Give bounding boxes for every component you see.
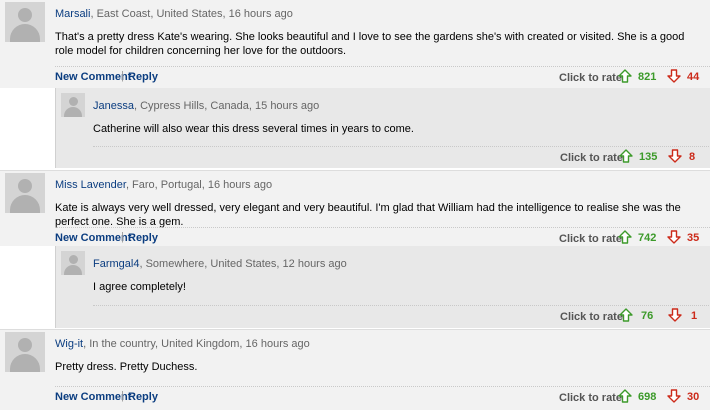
downvote-count: 1 [691,310,698,322]
click-to-rate-label: Click to rate [560,152,623,164]
new-comment-link[interactable]: New Comment [55,71,131,83]
comment-actions: New Comment | Reply Click to rate 821 44 [55,66,710,87]
avatar-placeholder-icon [61,93,85,117]
comment-username[interactable]: Wig-it [55,338,83,350]
comment-actions: Click to rate 135 8 [93,146,710,167]
comment-meta: Janessa, Cypress Hills, Canada, 15 hours… [93,100,319,112]
comment: Wig-it, In the country, United Kingdom, … [0,329,710,410]
downvote-count: 35 [687,232,700,244]
arrow-up-icon[interactable] [618,230,632,244]
comment-text: I agree completely! [93,281,186,293]
upvote-count: 821 [638,71,657,83]
comment-text: Kate is always very well dressed, very e… [55,202,681,228]
downvote-count: 8 [689,151,696,163]
avatar-placeholder-icon [5,2,45,42]
comment-location: , Cypress Hills, Canada, 15 hours ago [133,100,320,112]
avatar-placeholder-icon [61,251,85,275]
comment-meta: Marsali, East Coast, United States, 16 h… [55,8,293,20]
new-comment-link[interactable]: New Comment [55,391,131,403]
separator: | [121,70,124,82]
click-to-rate-label: Click to rate [560,311,623,323]
comment-location: , East Coast, United States, 16 hours ag… [90,8,293,20]
click-to-rate-label: Click to rate [559,392,622,404]
comment-username[interactable]: Marsali [55,8,90,20]
comment: Miss Lavender, Faro, Portugal, 16 hours … [0,170,710,246]
comment-actions: New Comment | Reply Click to rate 742 35 [55,227,710,248]
downvote-count: 30 [687,391,700,403]
downvote-count: 44 [687,71,700,83]
comment-username[interactable]: Farmgal4 [93,258,139,270]
comment: Marsali, East Coast, United States, 16 h… [0,0,710,88]
upvote-count: 76 [641,310,654,322]
avatar-placeholder-icon [5,332,45,372]
arrow-down-icon[interactable] [667,389,681,403]
comment-text: Catherine will also wear this dress seve… [93,123,414,135]
click-to-rate-label: Click to rate [559,233,622,245]
comment-username[interactable]: Janessa [93,100,134,112]
comment-actions: New Comment | Reply Click to rate 698 30 [55,386,710,407]
comment-meta: Farmgal4, Somewhere, United States, 12 h… [93,258,347,270]
comment-text: Pretty dress. Pretty Duchess. [55,361,198,373]
upvote-count: 742 [638,232,657,244]
new-comment-link[interactable]: New Comment [55,232,131,244]
upvote-count: 135 [639,151,658,163]
comment-location: , Faro, Portugal, 16 hours ago [125,179,273,191]
arrow-up-icon[interactable] [618,389,632,403]
reply-link[interactable]: Reply [128,232,158,244]
arrow-down-icon[interactable] [668,308,682,322]
arrow-down-icon[interactable] [667,69,681,83]
reply-comment: Janessa, Cypress Hills, Canada, 15 hours… [55,88,710,168]
comment-actions: Click to rate 76 1 [93,305,710,326]
comment-location: , In the country, United Kingdom, 16 hou… [83,338,310,350]
separator: | [121,390,124,402]
avatar-placeholder-icon [5,173,45,213]
arrow-down-icon[interactable] [668,149,682,163]
upvote-count: 698 [638,391,657,403]
reply-comment: Farmgal4, Somewhere, United States, 12 h… [55,246,710,328]
arrow-up-icon[interactable] [618,69,632,83]
comment-text: That's a pretty dress Kate's wearing. Sh… [55,31,685,57]
arrow-down-icon[interactable] [667,230,681,244]
comment-meta: Wig-it, In the country, United Kingdom, … [55,338,310,350]
reply-link[interactable]: Reply [128,391,158,403]
comment-meta: Miss Lavender, Faro, Portugal, 16 hours … [55,179,272,191]
comment-location: , Somewhere, United States, 12 hours ago [139,258,347,270]
click-to-rate-label: Click to rate [559,72,622,84]
separator: | [121,231,124,243]
arrow-up-icon[interactable] [619,149,633,163]
comment-username[interactable]: Miss Lavender [55,179,126,191]
arrow-up-icon[interactable] [619,308,633,322]
reply-link[interactable]: Reply [128,71,158,83]
